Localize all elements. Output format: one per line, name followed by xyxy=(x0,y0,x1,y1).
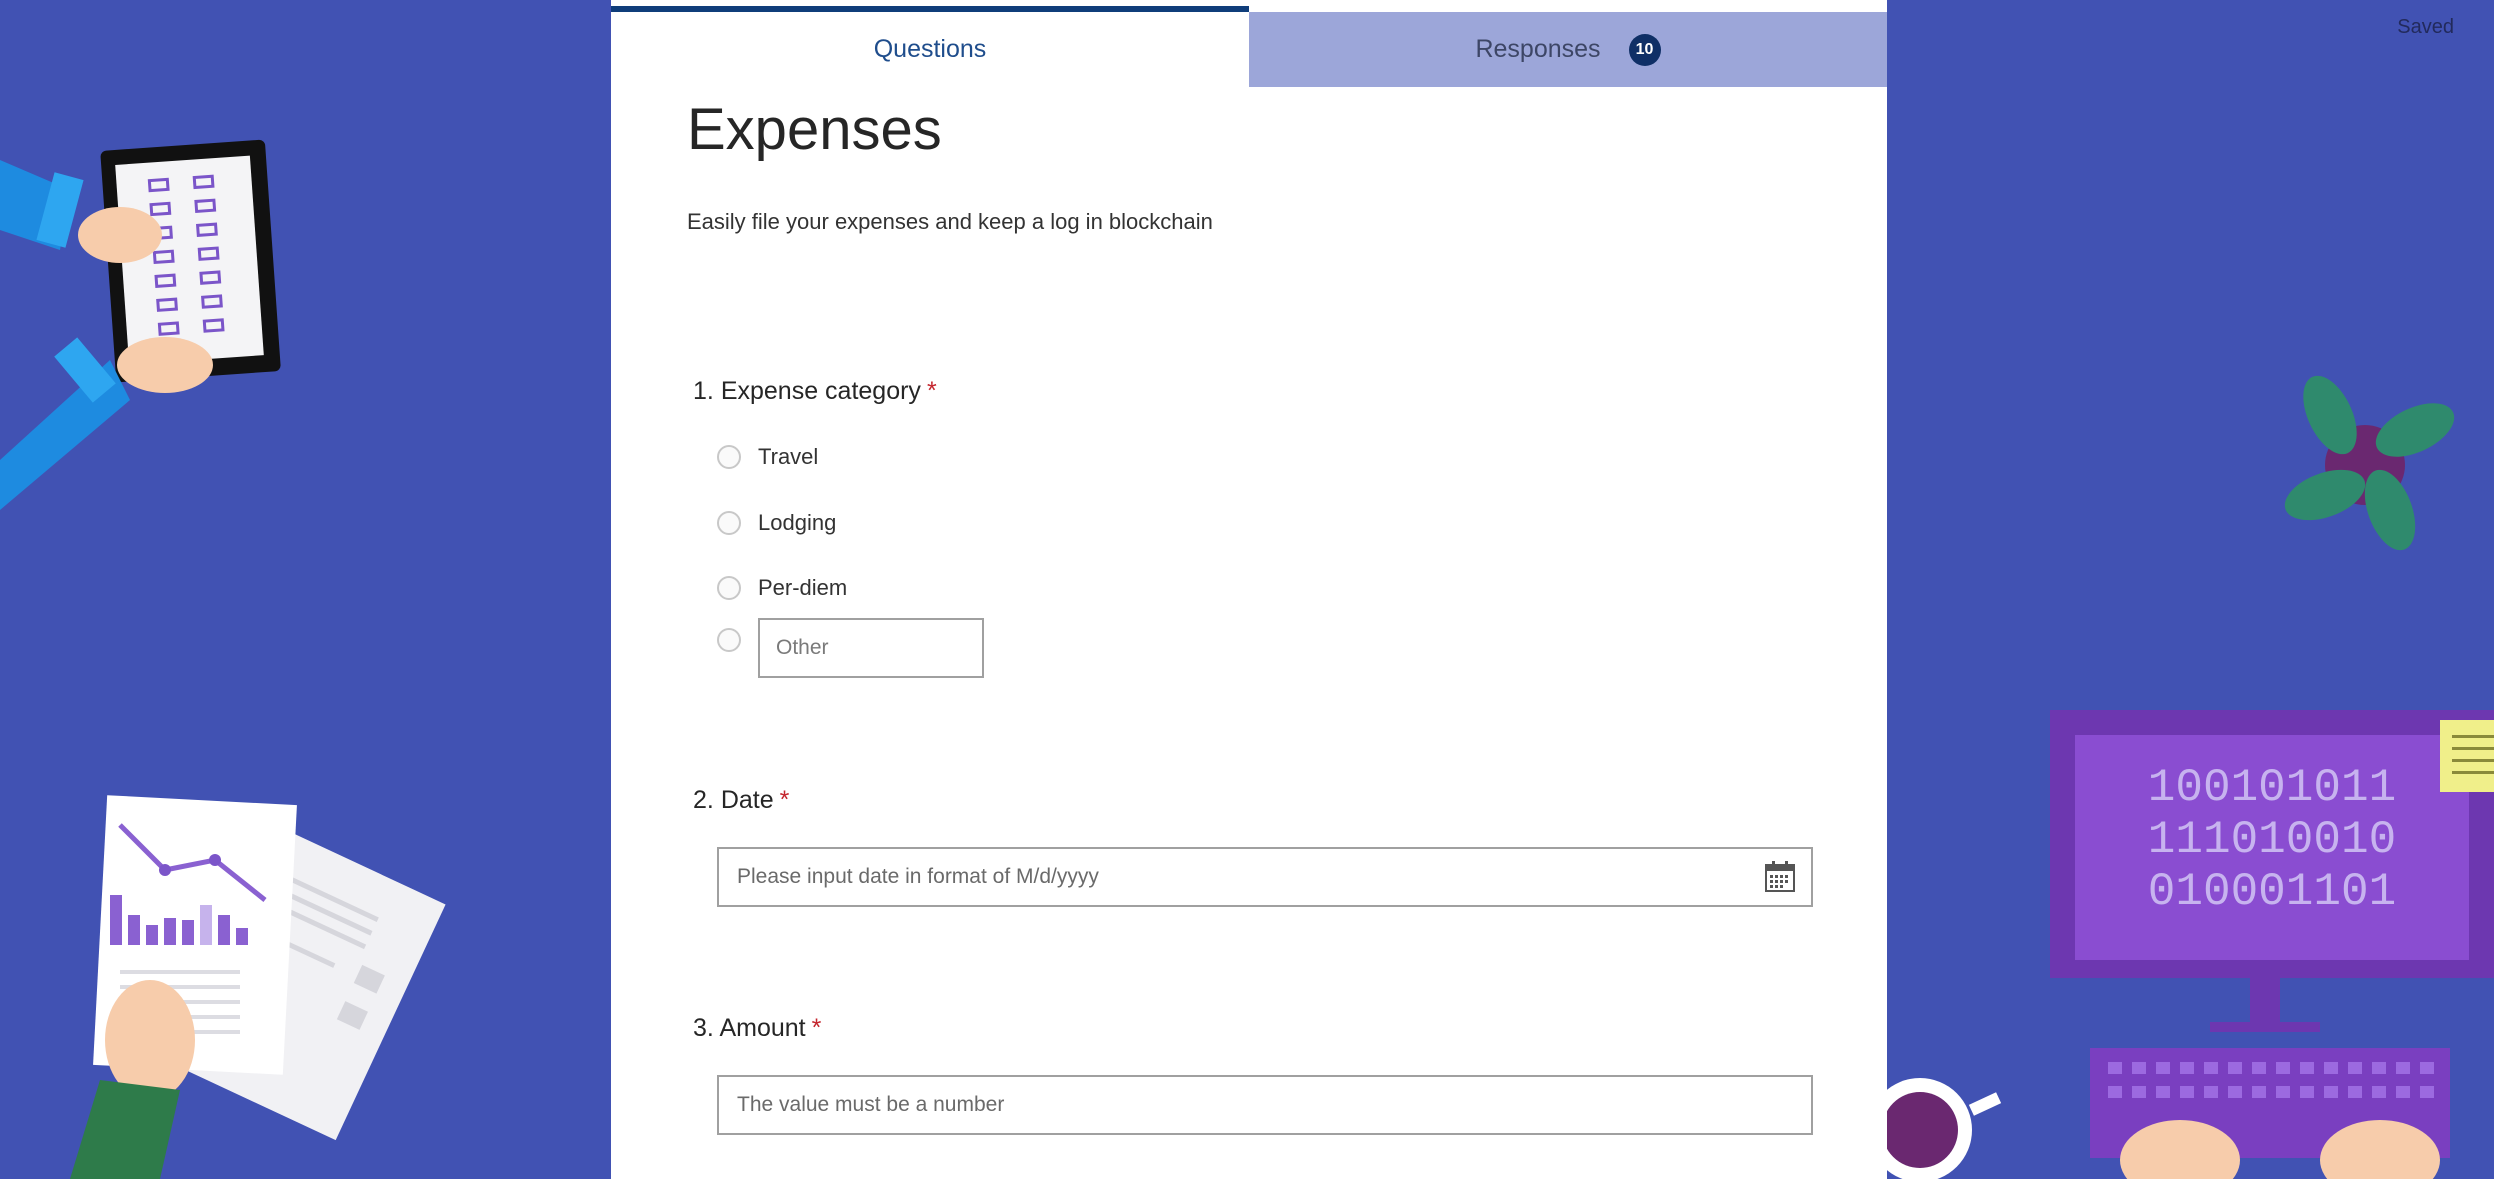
required-marker: * xyxy=(926,377,937,405)
option-travel[interactable]: Travel xyxy=(717,437,818,477)
question-expense-category: 1. Expense category * xyxy=(693,377,937,406)
tab-bar: Questions Responses 10 xyxy=(611,6,1887,87)
amount-field xyxy=(717,1075,1813,1135)
tab-questions-label: Questions xyxy=(873,35,987,63)
form-description: Easily file your expenses and keep a log… xyxy=(687,209,1213,234)
form-panel: Questions Responses 10 Expenses Easily f… xyxy=(611,0,1887,1179)
saved-status: Saved xyxy=(2397,16,2454,38)
option-label: Travel xyxy=(758,444,819,469)
responses-count-badge: 10 xyxy=(1628,33,1661,66)
question-number: 1. xyxy=(693,377,714,405)
monitor-binary-text: 111010010 xyxy=(2148,814,2396,866)
report-papers-illustration xyxy=(70,795,446,1179)
required-marker: * xyxy=(811,1014,822,1042)
radio-per-diem[interactable] xyxy=(717,576,741,600)
question-number: 2. xyxy=(693,786,714,814)
option-label: Lodging xyxy=(758,510,837,535)
question-amount: 3. Amount * xyxy=(693,1014,821,1043)
question-label: Expense category xyxy=(720,377,921,405)
date-field xyxy=(717,847,1813,907)
other-input[interactable] xyxy=(758,618,984,678)
radio-other[interactable] xyxy=(717,628,741,652)
option-lodging[interactable]: Lodging xyxy=(717,503,836,543)
radio-lodging[interactable] xyxy=(717,511,741,535)
question-label: Date xyxy=(720,786,774,814)
computer-illustration: 100101011 111010010 010001101 xyxy=(1880,710,2494,1179)
monitor-binary-text: 100101011 xyxy=(2148,762,2396,814)
calendar-icon[interactable] xyxy=(1763,860,1797,894)
option-per-diem[interactable]: Per-diem xyxy=(717,568,847,608)
form-title: Expenses xyxy=(687,97,942,162)
question-number: 3. xyxy=(693,1014,714,1042)
monitor-binary-text: 010001101 xyxy=(2148,866,2396,918)
date-input[interactable] xyxy=(719,849,1763,905)
tab-responses[interactable]: Responses 10 xyxy=(1249,12,1887,87)
amount-input[interactable] xyxy=(719,1077,1811,1133)
option-label: Per-diem xyxy=(758,575,848,600)
tab-questions[interactable]: Questions xyxy=(611,6,1249,87)
required-marker: * xyxy=(779,786,790,814)
tablet-hands-illustration xyxy=(0,139,281,510)
flower-illustration xyxy=(2284,375,2455,551)
tab-responses-label: Responses xyxy=(1475,35,1601,63)
radio-travel[interactable] xyxy=(717,445,741,469)
question-label: Amount xyxy=(719,1014,806,1042)
option-other[interactable] xyxy=(717,618,984,680)
question-date: 2. Date * xyxy=(693,786,789,815)
